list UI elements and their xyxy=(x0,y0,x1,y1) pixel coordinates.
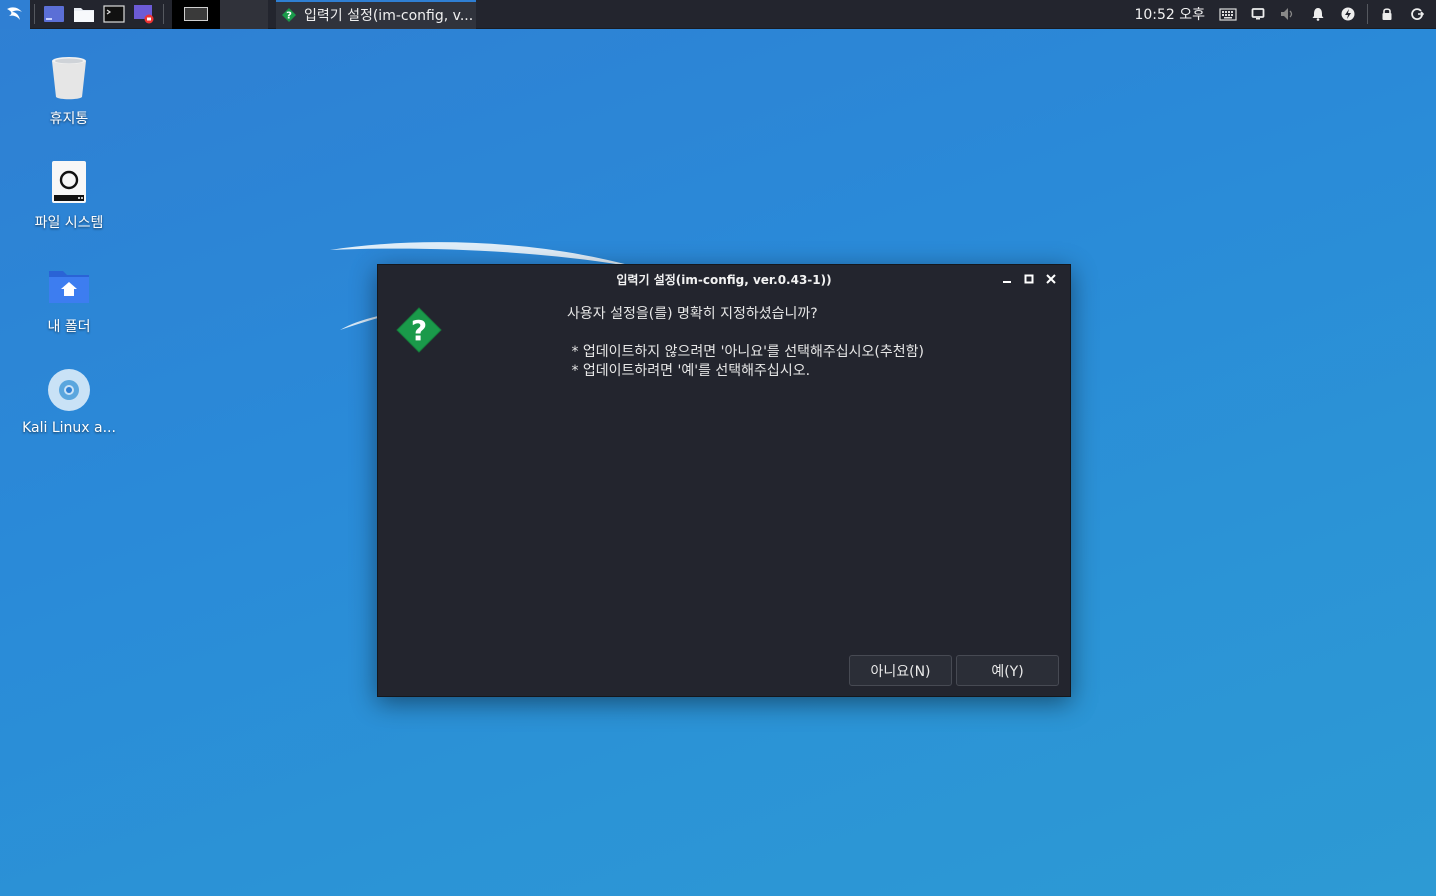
close-icon xyxy=(1046,274,1056,284)
volume-button[interactable] xyxy=(1273,0,1303,29)
message-yes-hint: * 업데이트하려면 '예'를 선택해주십시오. xyxy=(567,363,811,379)
drive-icon xyxy=(45,158,93,206)
im-config-dialog: 입력기 설정(im-config, ver.0.43-1)) ? 사용자 설정을… xyxy=(377,264,1071,697)
panel-separator xyxy=(1367,4,1368,24)
desktop-icon xyxy=(44,6,64,22)
home-folder-icon xyxy=(45,262,93,310)
maximize-icon xyxy=(1024,274,1034,284)
clock[interactable]: 10:52 오후 xyxy=(1134,4,1205,24)
svg-text:?: ? xyxy=(411,314,427,347)
trash-icon xyxy=(45,54,93,102)
desktop-icon-trash[interactable]: 휴지통 xyxy=(14,54,124,128)
minimize-button[interactable] xyxy=(996,269,1018,289)
notifications-button[interactable] xyxy=(1303,0,1333,29)
desktop-icon-filesystem[interactable]: 파일 시스템 xyxy=(14,158,124,232)
logout-icon xyxy=(1411,8,1424,20)
taskbar-item-im-config[interactable]: ? 입력기 설정(im-config, v... xyxy=(276,0,476,29)
desktop-icon-label: 휴지통 xyxy=(49,111,89,127)
minimize-icon xyxy=(1003,281,1011,283)
disc-icon xyxy=(45,366,93,414)
show-desktop-launcher[interactable] xyxy=(39,0,69,29)
dialog-title: 입력기 설정(im-config, ver.0.43-1)) xyxy=(616,272,832,287)
workspace-1[interactable] xyxy=(172,0,220,29)
taskbar-item-label: 입력기 설정(im-config, v... xyxy=(304,8,474,24)
workspace-2[interactable] xyxy=(220,0,268,29)
desktop-icon-home[interactable]: 내 폴더 xyxy=(14,262,124,336)
power-bolt-icon xyxy=(1341,7,1355,21)
maximize-button[interactable] xyxy=(1018,269,1040,289)
desktop-icon-disc[interactable]: Kali Linux a... xyxy=(14,366,124,436)
screen-recorder-launcher[interactable] xyxy=(129,0,159,29)
kali-dragon-icon xyxy=(7,7,22,20)
terminal-icon xyxy=(103,5,125,23)
yes-button[interactable]: 예(Y) xyxy=(956,655,1059,686)
folder-icon xyxy=(74,8,94,22)
workspace-thumbnail xyxy=(184,7,208,21)
logout-button[interactable] xyxy=(1402,0,1432,29)
close-button[interactable] xyxy=(1040,269,1062,289)
window-controls xyxy=(996,269,1062,289)
file-manager-launcher[interactable] xyxy=(69,0,99,29)
top-panel: ? 입력기 설정(im-config, v... 10:52 오후 xyxy=(0,0,1436,29)
panel-separator xyxy=(34,4,35,24)
screen-recorder-icon xyxy=(134,5,154,24)
desktop-icon-label: 내 폴더 xyxy=(47,319,91,335)
keyboard-icon xyxy=(1219,8,1237,21)
lock-icon xyxy=(1382,8,1392,20)
bell-icon xyxy=(1312,8,1324,21)
terminal-launcher[interactable] xyxy=(99,0,129,29)
power-manager-button[interactable] xyxy=(1333,0,1363,29)
message-question: 사용자 설정을(를) 명확히 지정하셨습니까? xyxy=(567,306,818,322)
lock-screen-button[interactable] xyxy=(1372,0,1402,29)
panel-separator xyxy=(163,4,164,24)
display-button[interactable] xyxy=(1243,0,1273,29)
kali-menu-button[interactable] xyxy=(0,0,30,29)
question-icon: ? xyxy=(282,8,296,22)
monitor-icon xyxy=(1251,8,1265,20)
dialog-message: 사용자 설정을(를) 명확히 지정하셨습니까? * 업데이트하지 않으려면 '아… xyxy=(567,305,924,381)
system-tray: 10:52 오후 xyxy=(1134,0,1436,29)
keyboard-layout-button[interactable] xyxy=(1213,0,1243,29)
desktop-icon-label: Kali Linux a... xyxy=(22,420,116,436)
dialog-titlebar[interactable]: 입력기 설정(im-config, ver.0.43-1)) xyxy=(378,265,1070,293)
svg-text:?: ? xyxy=(286,11,292,22)
speaker-icon xyxy=(1281,8,1293,20)
desktop-icon-label: 파일 시스템 xyxy=(34,215,104,231)
message-no-hint: * 업데이트하지 않으려면 '아니요'를 선택해주십시오(추천함) xyxy=(567,344,924,360)
question-icon: ? xyxy=(396,307,442,357)
no-button[interactable]: 아니요(N) xyxy=(849,655,952,686)
